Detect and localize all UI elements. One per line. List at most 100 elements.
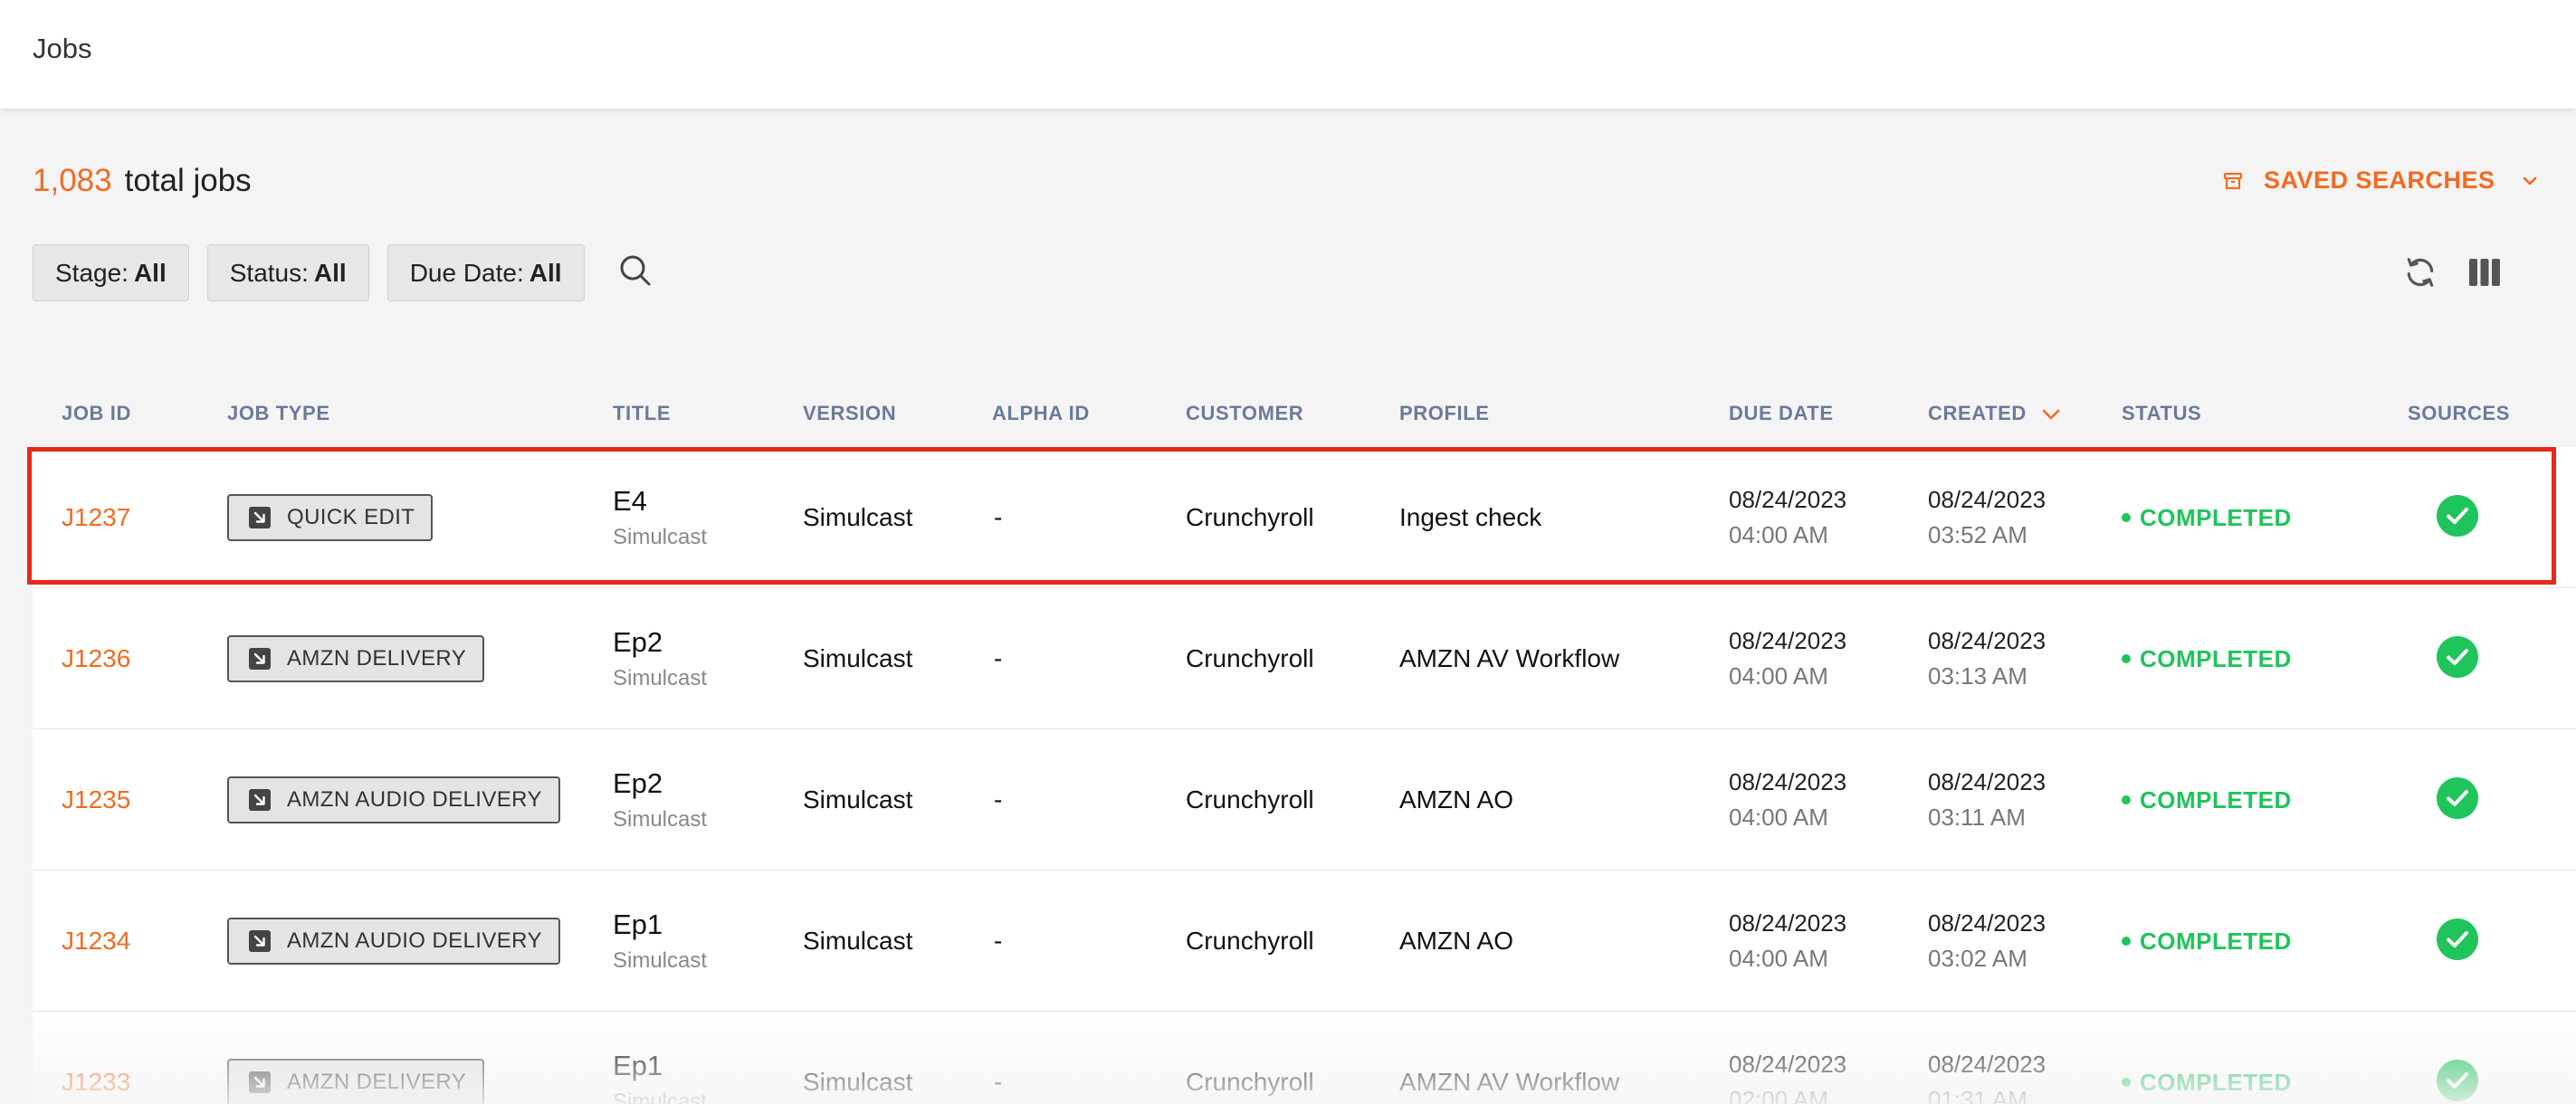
filter-stage[interactable]: Stage: All	[33, 244, 189, 301]
job-id-link[interactable]: J1236	[62, 644, 130, 673]
customer-cell: Crunchyroll	[1186, 503, 1314, 531]
status-dot	[2122, 937, 2131, 946]
due-date-cell: 08/24/2023 04:00 AM	[1729, 588, 1846, 729]
column-header-sources[interactable]: SOURCES	[2408, 402, 2510, 425]
due-time: 02:00 AM	[1729, 1086, 1828, 1104]
status-badge: COMPLETED	[2122, 786, 2292, 814]
status-dot	[2122, 654, 2131, 663]
chevron-down-icon	[2523, 176, 2536, 185]
status-label: COMPLETED	[2140, 927, 2292, 955]
job-type-icon	[249, 930, 287, 952]
filter-status[interactable]: Status: All	[206, 244, 369, 301]
saved-searches-dropdown[interactable]: SAVED SEARCHES	[2222, 167, 2541, 195]
version-cell: Simulcast	[803, 927, 913, 955]
job-count: 1,083	[33, 163, 112, 198]
filter-due-date[interactable]: Due Date: All	[386, 244, 585, 301]
job-type-badge[interactable]: AMZN DELIVERY	[227, 635, 485, 682]
created-date: 08/24/2023	[1928, 627, 2046, 654]
sources-cell	[2437, 588, 2478, 729]
status-dot	[2122, 513, 2131, 522]
column-header-title[interactable]: TITLE	[613, 402, 671, 425]
table-row[interactable]: J1233 AMZN DELIVERY Ep1 Simulcast Simulcast -…	[33, 1012, 2576, 1104]
check-circle-icon	[2437, 776, 2478, 823]
job-id-link[interactable]: J1235	[62, 785, 130, 814]
job-type-badge[interactable]: QUICK EDIT	[227, 494, 434, 541]
sources-cell	[2437, 1012, 2478, 1104]
sources-cell	[2437, 729, 2478, 871]
version-cell: Simulcast	[803, 644, 913, 672]
job-type-label: QUICK EDIT	[287, 505, 415, 529]
column-header-job-id[interactable]: JOB ID	[62, 402, 131, 425]
profile-cell: AMZN AO	[1399, 785, 1514, 814]
column-header-status[interactable]: STATUS	[2122, 402, 2201, 425]
table-row[interactable]: J1235 AMZN AUDIO DELIVERY Ep2 Simulcast Simu…	[33, 729, 2576, 871]
top-bar: Jobs	[0, 0, 2576, 109]
created-date: 08/24/2023	[1928, 768, 2046, 795]
title-cell: E4 Simulcast	[613, 447, 707, 588]
column-header-customer[interactable]: CUSTOMER	[1186, 402, 1303, 425]
title-subtitle: Simulcast	[613, 525, 708, 549]
due-time: 04:00 AM	[1729, 662, 1828, 690]
job-id-link[interactable]: J1233	[62, 1068, 130, 1097]
job-id-link[interactable]: J1237	[62, 503, 130, 532]
job-type-cell: QUICK EDIT	[227, 447, 434, 588]
due-date: 08/24/2023	[1729, 486, 1847, 513]
title-text: Ep2	[613, 767, 663, 799]
profile-cell: AMZN AV Workflow	[1399, 644, 1620, 672]
profile-cell: AMZN AV Workflow	[1399, 1068, 1620, 1096]
check-circle-icon	[2437, 918, 2478, 965]
due-date-cell: 08/24/2023 02:00 AM	[1729, 1012, 1846, 1104]
column-header-job-type[interactable]: JOB TYPE	[227, 402, 330, 425]
due-date: 08/24/2023	[1729, 909, 1847, 937]
table-row[interactable]: J1237 QUICK EDIT E4 Simulcast Simulcast - Crun…	[33, 447, 2576, 588]
job-type-badge[interactable]: AMZN DELIVERY	[227, 1059, 485, 1104]
status-badge: COMPLETED	[2122, 504, 2292, 532]
job-id-link[interactable]: J1234	[62, 927, 130, 956]
job-type-label: AMZN AUDIO DELIVERY	[287, 928, 542, 953]
status-label: COMPLETED	[2140, 1068, 2292, 1096]
job-id-cell: J1234	[62, 871, 130, 1012]
profile-cell: AMZN AO	[1399, 927, 1514, 955]
profile-cell: Ingest check	[1399, 503, 1542, 531]
title-subtitle: Simulcast	[613, 948, 708, 973]
table-row[interactable]: J1236 AMZN DELIVERY Ep2 Simulcast Simulcast -…	[33, 588, 2576, 729]
status-label: COMPLETED	[2140, 503, 2292, 531]
status-badge: COMPLETED	[2122, 928, 2292, 956]
status-cell: COMPLETED	[2122, 871, 2292, 1012]
column-header-alpha-id[interactable]: ALPHA ID	[992, 402, 1090, 425]
title-text: Ep1	[613, 909, 663, 940]
created-date: 08/24/2023	[1928, 1051, 2046, 1078]
job-type-badge[interactable]: AMZN AUDIO DELIVERY	[227, 776, 560, 823]
job-type-icon	[249, 648, 287, 670]
title-subtitle: Simulcast	[613, 1090, 708, 1104]
alpha-id-cell: -	[994, 785, 1003, 814]
column-header-created[interactable]: CREATED	[1928, 402, 2061, 426]
filter-status-key: Status:	[229, 258, 309, 287]
sources-cell	[2437, 447, 2478, 588]
title-subtitle: Simulcast	[613, 807, 708, 832]
refresh-button[interactable]	[2403, 255, 2438, 294]
column-header-version[interactable]: VERSION	[803, 402, 896, 425]
table-row[interactable]: J1234 AMZN AUDIO DELIVERY Ep1 Simulcast Simu…	[33, 871, 2576, 1012]
job-type-icon	[249, 789, 287, 811]
due-date: 08/24/2023	[1729, 1051, 1847, 1078]
column-header-due-date[interactable]: DUE DATE	[1729, 402, 1834, 425]
title-text: E4	[613, 485, 647, 517]
job-type-cell: AMZN DELIVERY	[227, 1012, 485, 1104]
columns-icon	[2469, 259, 2500, 286]
job-type-cell: AMZN AUDIO DELIVERY	[227, 729, 560, 871]
job-type-label: AMZN DELIVERY	[287, 646, 467, 671]
column-header-created-label: CREATED	[1928, 402, 2027, 424]
due-date: 08/24/2023	[1729, 627, 1847, 654]
job-id-cell: J1236	[62, 588, 130, 729]
alpha-id-cell: -	[994, 927, 1003, 955]
version-cell: Simulcast	[803, 1068, 913, 1096]
column-settings-button[interactable]	[2469, 259, 2500, 290]
job-type-badge[interactable]: AMZN AUDIO DELIVERY	[227, 918, 560, 965]
status-cell: COMPLETED	[2122, 588, 2292, 729]
search-button[interactable]	[617, 252, 654, 293]
due-date-cell: 08/24/2023 04:00 AM	[1729, 871, 1846, 1012]
sort-desc-icon	[2041, 403, 2061, 426]
column-header-profile[interactable]: PROFILE	[1399, 402, 1490, 425]
check-circle-icon	[2437, 494, 2478, 541]
